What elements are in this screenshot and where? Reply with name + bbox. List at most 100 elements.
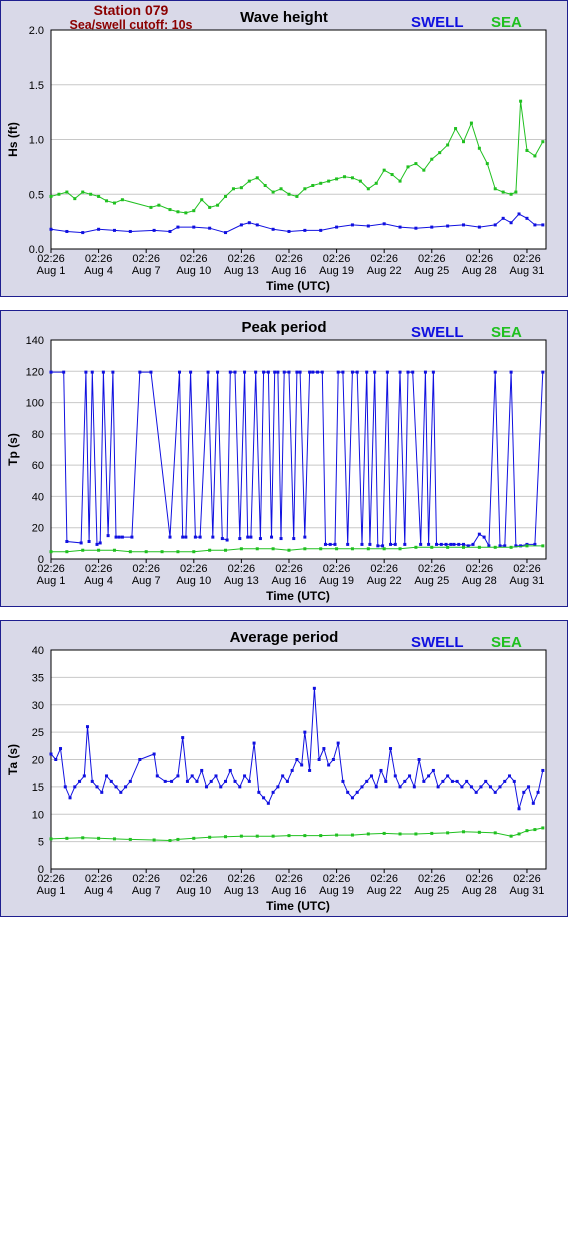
chart-title: Wave height <box>240 9 328 26</box>
data-point-swell <box>119 790 123 794</box>
x-tick-date: Aug 7 <box>132 885 161 897</box>
data-point-swell <box>517 212 521 216</box>
data-point-swell <box>209 779 213 783</box>
data-point-swell <box>282 370 286 374</box>
data-point-swell <box>63 785 67 789</box>
x-tick-date: Aug 10 <box>176 265 211 277</box>
data-point-sea <box>519 99 523 103</box>
data-point-swell <box>65 229 69 233</box>
data-point-swell <box>246 535 250 539</box>
data-point-sea <box>263 183 267 187</box>
data-point-sea <box>57 192 61 196</box>
data-point-swell <box>219 785 223 789</box>
x-tick-date: Aug 25 <box>414 575 449 587</box>
data-point-swell <box>308 370 312 374</box>
data-point-swell <box>54 758 58 761</box>
data-point-swell <box>303 228 307 232</box>
x-tick-date: Aug 4 <box>84 885 113 897</box>
x-tick-time: 02:26 <box>323 873 351 885</box>
data-point-swell <box>479 785 483 789</box>
x-tick-time: 02:26 <box>85 563 113 575</box>
data-point-swell <box>474 790 478 794</box>
data-point-swell <box>331 758 335 761</box>
data-point-swell <box>341 779 345 783</box>
x-tick-time: 02:26 <box>513 873 541 885</box>
data-point-swell <box>124 785 128 789</box>
data-point-sea <box>430 545 434 549</box>
y-tick-label: 60 <box>32 460 44 472</box>
data-point-swell <box>95 785 99 789</box>
data-point-sea <box>112 548 116 552</box>
data-point-sea <box>514 190 518 194</box>
data-point-sea <box>303 834 307 838</box>
data-point-sea <box>335 833 339 837</box>
data-point-sea <box>255 834 259 838</box>
y-tick-label: 25 <box>32 727 44 739</box>
data-point-swell <box>78 779 82 783</box>
data-point-sea <box>390 173 394 177</box>
data-point-swell <box>106 534 110 538</box>
data-point-sea <box>105 199 109 203</box>
data-point-swell <box>365 370 369 374</box>
data-point-swell <box>266 370 270 374</box>
data-point-swell <box>541 223 545 227</box>
data-point-swell <box>266 801 270 805</box>
data-point-sea <box>501 190 505 194</box>
data-point-sea <box>358 179 362 183</box>
x-tick-time: 02:26 <box>132 563 160 575</box>
data-point-swell <box>323 542 327 546</box>
x-tick-time: 02:26 <box>37 563 65 575</box>
data-point-sea <box>112 201 116 205</box>
data-point-swell <box>111 370 115 374</box>
y-tick-label: 15 <box>32 782 44 794</box>
data-point-swell <box>247 221 251 225</box>
data-point-swell <box>403 542 407 546</box>
data-point-swell <box>98 541 102 545</box>
data-point-sea <box>176 550 180 554</box>
data-point-sea <box>157 203 161 207</box>
data-point-swell <box>270 535 274 539</box>
y-tick-label: 80 <box>32 429 44 441</box>
data-point-swell <box>105 774 109 778</box>
panel-average-period: 0 5 10 15 20 25 30 35 40 02:26 Aug 1 02:26 Aug 4 02:2… <box>0 620 568 917</box>
data-point-swell <box>155 774 159 778</box>
data-point-swell <box>508 774 512 778</box>
data-point-swell <box>541 768 545 772</box>
data-point-swell <box>385 370 389 374</box>
data-point-sea <box>414 162 418 166</box>
data-point-sea <box>231 187 235 191</box>
data-point-swell <box>419 542 423 546</box>
data-point-sea <box>493 187 497 191</box>
data-point-sea <box>200 198 204 202</box>
data-point-swell <box>195 779 199 783</box>
data-point-swell <box>168 229 172 233</box>
data-point-swell <box>423 370 427 374</box>
x-axis-label: Time (UTC) <box>266 589 330 603</box>
x-axis-label: Time (UTC) <box>266 899 330 913</box>
data-point-sea <box>184 211 188 215</box>
data-point-swell <box>308 768 312 772</box>
data-point-sea <box>81 548 85 552</box>
data-point-swell <box>341 370 345 374</box>
x-tick-date: Aug 7 <box>132 575 161 587</box>
data-point-swell <box>346 542 350 546</box>
data-point-sea <box>120 198 124 202</box>
x-tick-date: Aug 19 <box>319 885 354 897</box>
data-point-sea <box>446 831 450 835</box>
x-tick-date: Aug 22 <box>367 575 402 587</box>
data-point-swell <box>333 542 337 546</box>
data-point-swell <box>87 539 91 543</box>
data-point-sea <box>382 168 386 172</box>
data-point-sea <box>509 192 513 196</box>
data-point-swell <box>350 370 354 374</box>
data-point-swell <box>417 758 421 761</box>
data-point-sea <box>382 547 386 551</box>
data-point-swell <box>389 747 393 751</box>
data-point-swell <box>312 686 316 690</box>
data-point-sea <box>239 547 243 551</box>
data-point-sea <box>208 835 212 839</box>
data-point-sea <box>319 181 323 185</box>
data-point-swell <box>431 370 435 374</box>
data-point-sea <box>533 154 537 158</box>
chart-title: Peak period <box>241 319 326 336</box>
